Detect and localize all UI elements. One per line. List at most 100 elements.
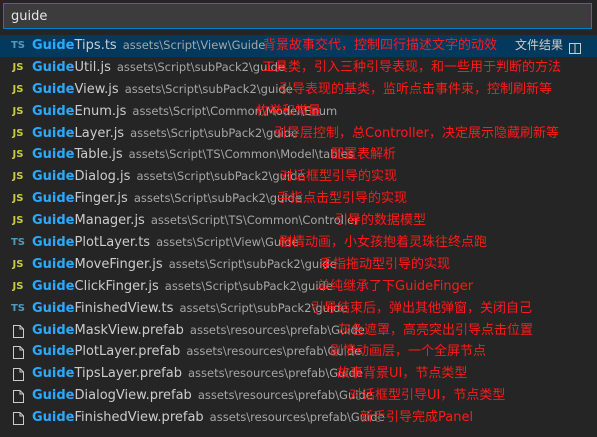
annotation-text: 剧情动画，小女孩抱着灵珠往终点跑 (279, 235, 488, 251)
annotation-text: 对话框型引导UI，节点类型 (349, 388, 506, 404)
file-name: GuideTips.ts assets\Script\View\Guide (32, 35, 265, 57)
file-name: GuideUtil.js assets\Script\subPack2\guide (32, 57, 285, 79)
file-name-rest: Dialog.js (74, 169, 131, 185)
match-highlight: Guide (32, 300, 75, 316)
file-name-rest: MoveFinger.js (74, 256, 163, 272)
annotation-text: 手指点击型引导的实现 (277, 191, 408, 207)
file-name: GuideManager.js assets\Script\TS\Common\C… (32, 210, 359, 232)
result-row[interactable]: TS GuideFinishedView.ts assets\Script\subP… (0, 298, 597, 320)
match-highlight: Guide (32, 278, 75, 294)
file-path: assets\resources\prefab\Guide (197, 388, 373, 403)
file-name-rest: ClickFinger.js (74, 278, 159, 294)
match-highlight: Guide (32, 235, 75, 251)
file-name-rest: PlotLayer.ts (74, 235, 151, 251)
file-name: GuideView.js assets\Script\subPack2\guide (32, 79, 293, 101)
result-row[interactable]: JS GuideDialog.js assets\Script\subPack2\g… (0, 166, 597, 188)
match-highlight: Guide (32, 59, 75, 75)
js-file-icon: JS (12, 280, 24, 292)
ts-file-icon: TS (10, 40, 26, 51)
file-name: GuideFinishedView.ts assets\Script\subPac… (32, 298, 348, 320)
annotation-text: 背景故事交代，控制四行描述文字的动效 (263, 38, 498, 53)
file-name: GuideMaskView.prefab assets\resources\pre… (32, 320, 365, 342)
result-row[interactable]: TS GuidePlotLayer.ts assets\Script\View\Gu… (0, 232, 597, 254)
result-row[interactable]: JS GuideManager.js assets\Script\TS\Common… (0, 210, 597, 232)
ts-file-icon: TS (10, 237, 26, 249)
js-file-icon: JS (12, 193, 24, 205)
match-highlight: Guide (32, 322, 75, 338)
quick-open-panel (0, 0, 597, 33)
js-file-icon: JS (12, 105, 24, 117)
file-path: assets\Script\View\Guide (122, 38, 266, 52)
annotation-text: 单纯继承了下GuideFinger (317, 278, 474, 294)
annotation-text: 引导表现的基类，监听点击事件束，控制刷新等 (279, 81, 553, 97)
annotation-text: 新手引导完成Panel (360, 410, 474, 426)
search-input[interactable] (4, 4, 591, 28)
result-row[interactable]: JS GuideFinger.js assets\Script\subPack2\g… (0, 188, 597, 210)
annotation-text: 配置表解析 (331, 147, 397, 163)
result-row[interactable]: JS GuideTable.js assets\Script\TS\Common\M… (0, 144, 597, 166)
annotation-text: 工具类，引入三种引导表现，和一些用于判断的方法 (262, 59, 562, 75)
file-name-rest: MaskView.prefab (74, 322, 184, 338)
match-highlight: Guide (32, 213, 75, 229)
file-path: assets\Script\subPack2\guide (168, 256, 337, 271)
file-path: assets\Script\View\Guide (156, 235, 299, 250)
file-name: GuideTipsLayer.prefab assets\resources\pr… (32, 363, 363, 385)
file-name-rest: Finger.js (74, 191, 128, 207)
file-path: assets\Script\subPack2\guide (130, 125, 299, 140)
result-row[interactable]: JS GuideView.js assets\Script\subPack2\gui… (0, 79, 597, 101)
file-name: GuideTable.js assets\Script\TS\Common\Mod… (32, 144, 354, 166)
match-highlight: Guide (32, 256, 75, 272)
file-name: GuideClickFinger.js assets\Script\subPack… (32, 276, 333, 298)
result-row[interactable]: JS GuideMoveFinger.js assets\Script\subPac… (0, 254, 597, 276)
file-results-label[interactable]: 文件结果 (515, 38, 563, 52)
result-row[interactable]: JS GuideEnum.js assets\Script\Common\Model… (0, 101, 597, 123)
result-row[interactable]: JS GuideClickFinger.js assets\Script\subPa… (0, 276, 597, 298)
file-name: GuideFinger.js assets\Script\subPack2\gui… (32, 188, 302, 210)
result-row[interactable]: JS GuideUtil.js assets\Script\subPack2\gui… (0, 57, 597, 79)
file-name: GuideDialogView.prefab assets\resources\p… (32, 385, 373, 407)
annotation-text: 引导结束后，弹出其他弹窗，关闭自己 (311, 300, 533, 316)
match-highlight: Guide (32, 344, 75, 360)
file-name-rest: Tips.ts (74, 38, 117, 53)
file-icon (10, 346, 26, 360)
result-row[interactable]: TS GuideTips.ts assets\Script\View\Guide 背景… (0, 35, 597, 57)
js-file-icon: JS (12, 215, 24, 227)
file-icon (10, 390, 26, 404)
match-highlight: Guide (32, 388, 75, 404)
annotation-text: 引导的数据模型 (335, 213, 427, 229)
file-path: assets\resources\prefab\Guide (209, 410, 385, 425)
file-path: assets\Script\subPack2\guide (164, 278, 333, 293)
file-icon (10, 324, 26, 338)
result-row[interactable]: GuidePlotLayer.prefab assets\resources\pr… (0, 341, 597, 363)
file-name-rest: Table.js (74, 147, 123, 163)
file-path: assets\Script\TS\Common\Model\tables (128, 147, 354, 162)
js-file-icon: JS (12, 61, 24, 73)
match-highlight: Guide (32, 169, 75, 185)
file-name-rest: DialogView.prefab (74, 388, 192, 404)
result-row[interactable]: GuideFinishedView.prefab assets\resources… (0, 407, 597, 429)
file-name: GuideDialog.js assets\Script\subPack2\gui… (32, 166, 305, 188)
annotation-text: 对话框型引导的实现 (280, 169, 398, 185)
file-name-rest: Util.js (74, 59, 111, 75)
js-file-icon: JS (12, 127, 24, 139)
results-list: TS GuideTips.ts assets\Script\View\Guide 背景… (0, 35, 597, 429)
split-editor-icon[interactable] (569, 40, 581, 54)
result-row[interactable]: JS GuideLayer.js assets\Script\subPack2\gu… (0, 123, 597, 145)
result-row[interactable]: GuideDialogView.prefab assets\resources\p… (0, 385, 597, 407)
file-name-rest: TipsLayer.prefab (74, 366, 182, 382)
file-name-rest: Layer.js (74, 125, 125, 141)
ts-file-icon: TS (10, 302, 26, 314)
match-highlight: Guide (32, 81, 75, 97)
file-path: assets\Script\subPack2\guide (116, 59, 285, 74)
js-file-icon: JS (12, 83, 24, 95)
result-row[interactable]: GuideMaskView.prefab assets\resources\pre… (0, 320, 597, 342)
file-path: assets\Script\subPack2\guide (124, 81, 293, 96)
js-file-icon: JS (12, 258, 24, 270)
match-highlight: Guide (32, 103, 75, 119)
annotation-text: 故事背景UI，节点类型 (337, 366, 468, 382)
result-row[interactable]: GuideTipsLayer.prefab assets\resources\pr… (0, 363, 597, 385)
file-name: GuideMoveFinger.js assets\Script\subPack2… (32, 254, 337, 276)
annotation-text: 枚举和常量 (256, 103, 322, 119)
annotation-text: 引导层控制，总Controller，决定展示隐藏刷新等 (274, 125, 559, 141)
row-actions: 文件结果 (515, 35, 581, 57)
